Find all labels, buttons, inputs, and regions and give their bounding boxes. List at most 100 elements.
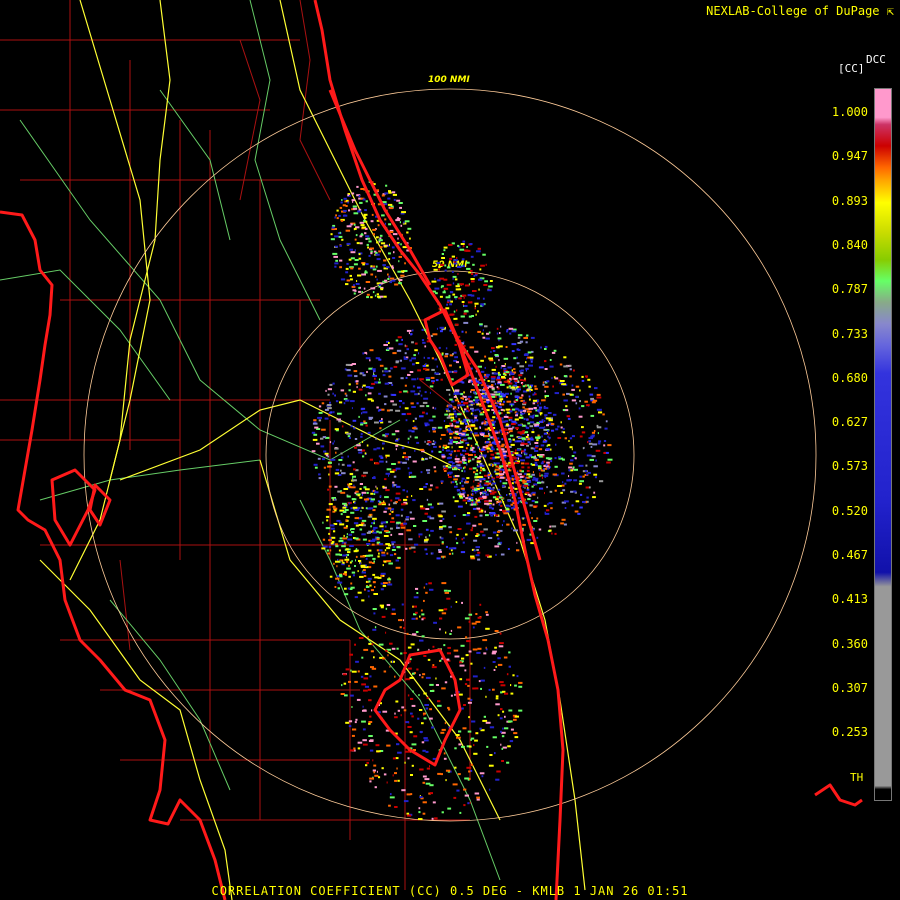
echo-pixel <box>379 234 383 237</box>
echo-pixel <box>346 432 351 435</box>
echo-pixel <box>355 555 358 558</box>
echo-pixel <box>455 415 458 418</box>
echo-pixel <box>349 473 353 476</box>
echo-pixel <box>596 408 602 411</box>
echo-pixel <box>370 525 372 528</box>
echo-pixel <box>462 499 467 502</box>
echo-pixel <box>365 507 368 510</box>
echo-pixel <box>482 336 486 339</box>
echo-pixel <box>569 393 573 396</box>
echo-pixel <box>561 472 565 475</box>
echo-pixel <box>385 370 389 373</box>
echo-pixel <box>461 294 467 297</box>
echo-pixel <box>469 801 471 804</box>
echo-pixel <box>376 293 379 296</box>
echo-pixel <box>510 392 512 395</box>
echo-pixel <box>410 402 414 405</box>
echo-pixel <box>496 327 499 330</box>
echo-pixel <box>378 552 380 555</box>
echo-pixel <box>373 593 378 595</box>
echo-pixel <box>448 476 452 478</box>
echo-pixel <box>468 454 473 456</box>
scale-tick-label: 0.253 <box>831 725 868 740</box>
echo-pixel <box>351 192 355 195</box>
echo-pixel <box>365 394 367 397</box>
echo-pixel <box>474 427 478 430</box>
echo-pixel <box>421 613 425 616</box>
echo-pixel <box>575 395 579 398</box>
echo-pixel <box>450 694 453 697</box>
echo-pixel <box>512 518 514 521</box>
echo-pixel <box>398 260 400 263</box>
echo-pixel <box>481 384 483 386</box>
echo-pixel <box>497 537 500 540</box>
echo-pixel <box>438 609 444 612</box>
echo-pixel <box>404 344 406 347</box>
echo-pixel <box>379 543 384 546</box>
echo-pixel <box>539 420 543 423</box>
echo-pixel <box>414 436 418 439</box>
echo-pixel <box>378 776 381 779</box>
echo-pixel <box>451 270 454 273</box>
product-footer: CORRELATION COEFFICIENT (CC) 0.5 DEG - K… <box>211 884 689 898</box>
echo-pixel <box>378 531 382 534</box>
echo-pixel <box>389 470 395 473</box>
echo-pixel <box>389 243 390 246</box>
echo-pixel <box>403 456 409 459</box>
echo-pixel <box>463 704 466 706</box>
echo-pixel <box>368 514 371 517</box>
echo-pixel <box>432 428 436 431</box>
echo-pixel <box>385 543 390 546</box>
echo-pixel <box>391 191 396 194</box>
echo-pixel <box>419 378 424 381</box>
echo-pixel <box>460 480 464 483</box>
echo-pixel <box>347 455 349 458</box>
echo-pixel <box>490 350 492 353</box>
echo-pixel <box>403 619 404 622</box>
echo-pixel <box>595 459 597 462</box>
echo-pixel <box>515 399 518 401</box>
echo-pixel <box>339 401 343 404</box>
echo-pixel <box>397 779 400 782</box>
echo-pixel <box>349 749 355 752</box>
echo-pixel <box>387 203 393 206</box>
echo-pixel <box>465 654 469 657</box>
echo-pixel <box>449 398 453 401</box>
echo-pixel <box>363 709 367 712</box>
echo-pixel <box>501 443 505 446</box>
echo-pixel <box>323 466 326 469</box>
echo-pixel <box>544 414 548 417</box>
echo-pixel <box>473 391 475 394</box>
echo-pixel <box>441 455 446 458</box>
legend-footer-code: TH <box>850 771 864 784</box>
echo-pixel <box>511 386 516 389</box>
echo-pixel <box>373 685 378 688</box>
echo-pixel <box>343 593 349 596</box>
echo-pixel <box>494 630 499 632</box>
echo-pixel <box>476 441 478 444</box>
echo-pixel <box>429 517 435 520</box>
echo-pixel <box>389 207 393 210</box>
echo-pixel <box>496 770 501 773</box>
echo-pixel <box>464 408 467 411</box>
echo-pixel <box>463 788 467 791</box>
echo-pixel <box>430 376 435 379</box>
echo-pixel <box>425 528 429 531</box>
echo-pixel <box>352 728 357 731</box>
echo-pixel <box>594 387 598 390</box>
echo-pixel <box>380 288 384 291</box>
echo-pixel <box>499 642 504 645</box>
echo-pixel <box>472 263 475 266</box>
echo-pixel <box>429 391 431 394</box>
echo-pixel <box>485 263 487 266</box>
echo-pixel <box>480 530 484 533</box>
echo-pixel <box>339 266 342 269</box>
echo-pixel <box>424 345 427 348</box>
echo-pixel <box>348 258 352 261</box>
echo-pixel <box>532 393 535 396</box>
echo-pixel <box>526 410 532 413</box>
echo-pixel <box>473 744 475 747</box>
echo-pixel <box>452 275 457 278</box>
echo-pixel <box>422 411 425 414</box>
echo-pixel <box>354 249 356 252</box>
